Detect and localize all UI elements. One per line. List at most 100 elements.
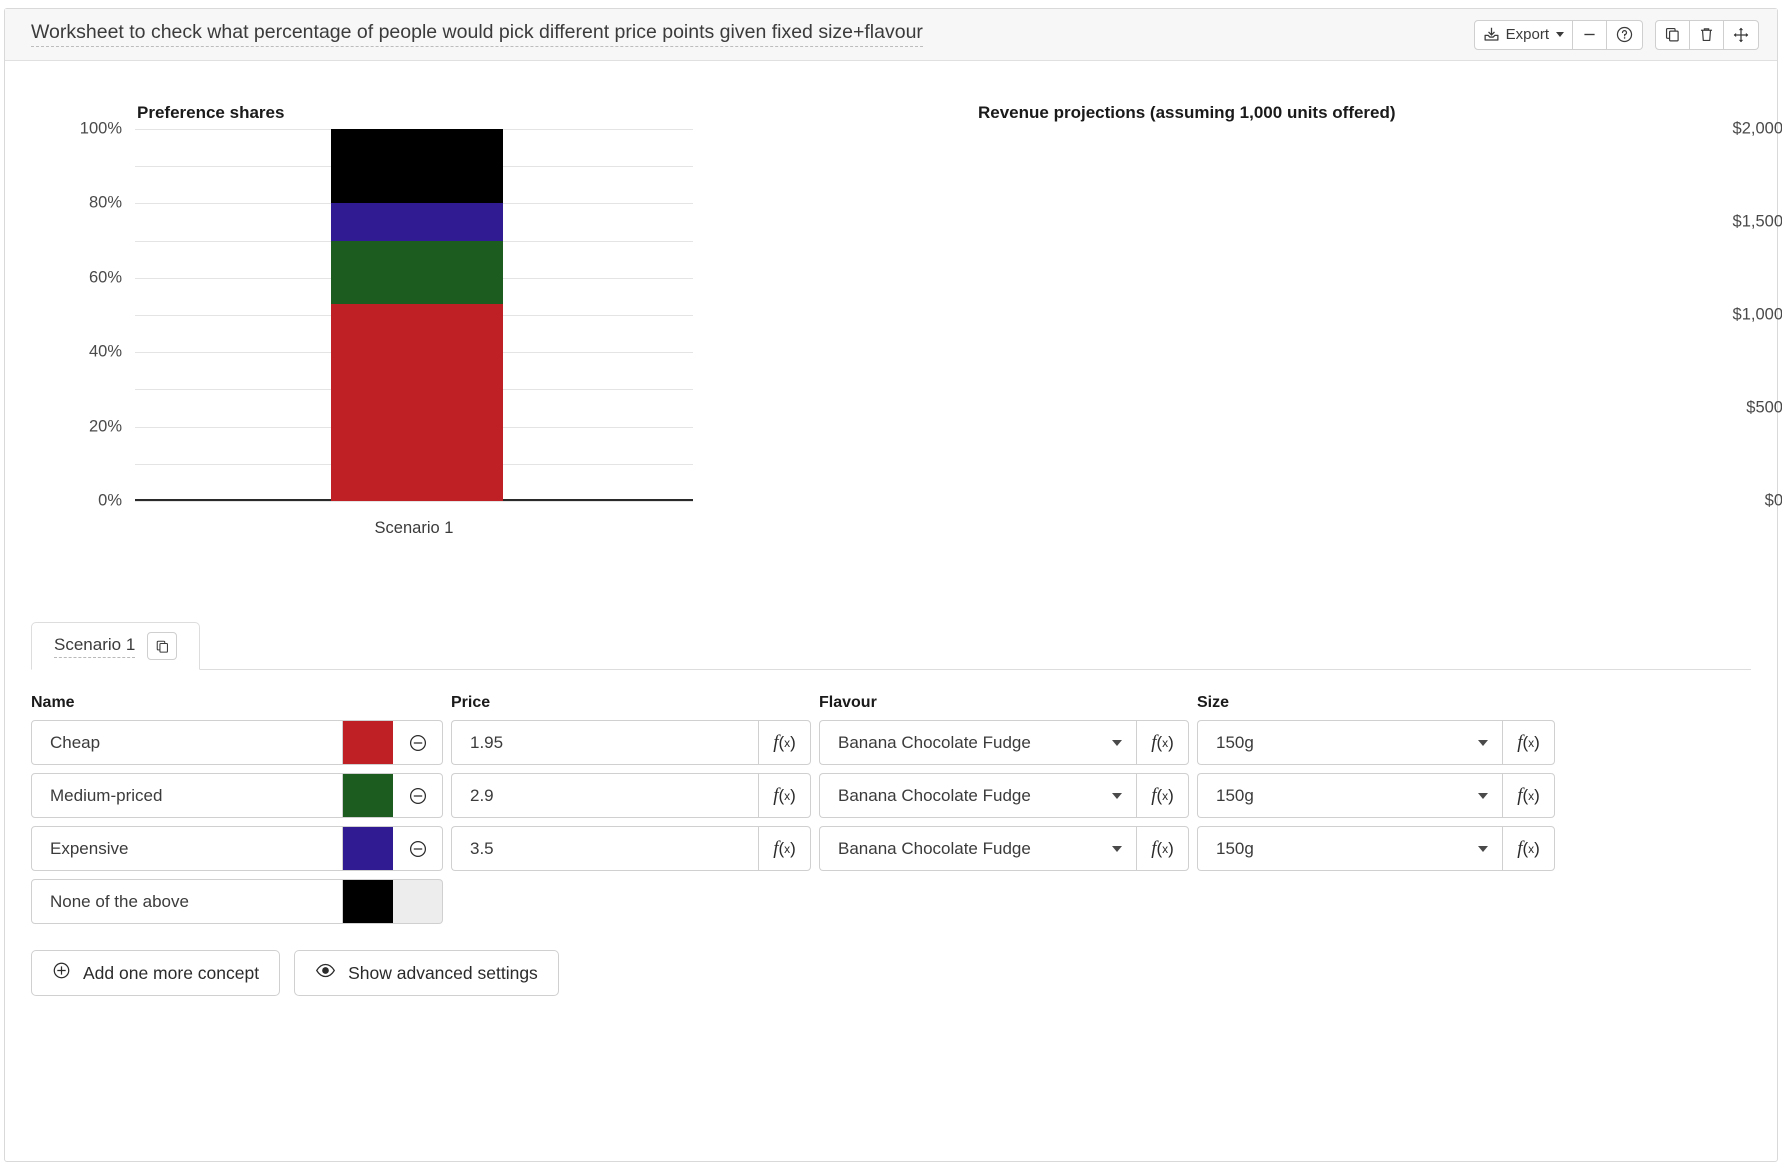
form-actions: Add one more concept Show advanced setti… [31, 950, 1751, 996]
color-swatch[interactable] [343, 879, 393, 924]
duplicate-button[interactable] [1655, 19, 1690, 50]
header-toolbar: Export [1473, 19, 1759, 50]
size-cell: 150g f(x) [1197, 773, 1555, 818]
flavour-select[interactable]: Banana Chocolate Fudge [819, 826, 1136, 871]
worksheet-header: Worksheet to check what percentage of pe… [5, 9, 1777, 61]
price-input[interactable]: 2.9 [451, 773, 758, 818]
y-axis-tick-label: 100% [79, 119, 122, 138]
add-concept-button[interactable]: Add one more concept [31, 950, 281, 996]
size-select[interactable]: 150g [1197, 826, 1502, 871]
chart-title: Revenue projections (assuming 1,000 unit… [978, 103, 1396, 122]
color-swatch[interactable] [343, 773, 393, 818]
minimize-button[interactable] [1573, 19, 1607, 50]
flavour-cell: Banana Chocolate Fudge f(x) [819, 720, 1189, 765]
bar-segment[interactable] [331, 129, 503, 204]
price-input[interactable]: 1.95 [451, 720, 758, 765]
preference-shares-chart: Preference shares 0% 20% 40% 60% 80% 100% Scen… [5, 89, 891, 564]
remove-disabled-placeholder [393, 879, 443, 924]
y-axis-tick-label: 40% [88, 342, 122, 361]
move-button[interactable] [1724, 19, 1759, 50]
flavour-formula-button[interactable]: f(x) [1136, 773, 1189, 818]
tab-label[interactable]: Scenario 1 [54, 635, 136, 658]
price-formula-button[interactable]: f(x) [758, 720, 811, 765]
chevron-down-icon [1556, 32, 1564, 37]
price-formula-button[interactable]: f(x) [758, 773, 811, 818]
worksheet-card: Worksheet to check what percentage of pe… [4, 8, 1782, 1162]
eye-icon [315, 960, 336, 986]
color-swatch[interactable] [343, 826, 393, 871]
size-select[interactable]: 150g [1197, 720, 1502, 765]
minus-circle-icon [409, 840, 426, 857]
bar-segment[interactable] [331, 303, 503, 501]
price-input[interactable]: 3.5 [451, 826, 758, 871]
size-value: 150g [1216, 785, 1254, 805]
none-of-the-above-input[interactable]: None of the above [31, 879, 343, 924]
export-button[interactable]: Export [1473, 19, 1573, 50]
size-formula-button[interactable]: f(x) [1502, 773, 1555, 818]
header-flavour: Flavour [819, 694, 877, 711]
question-circle-icon [1615, 25, 1634, 44]
size-cell: 150g f(x) [1197, 826, 1555, 871]
flavour-value: Banana Chocolate Fudge [838, 785, 1031, 805]
remove-concept-button[interactable] [393, 773, 443, 818]
name-cell: Cheap [31, 720, 443, 765]
size-select[interactable]: 150g [1197, 773, 1502, 818]
remove-concept-button[interactable] [393, 826, 443, 871]
size-formula-button[interactable]: f(x) [1502, 720, 1555, 765]
help-button[interactable] [1607, 19, 1643, 50]
y-axis-tick-label: $0 [1764, 491, 1782, 510]
flavour-select[interactable]: Banana Chocolate Fudge [819, 720, 1136, 765]
price-formula-button[interactable]: f(x) [758, 826, 811, 871]
tabs-divider [31, 669, 1751, 670]
size-formula-button[interactable]: f(x) [1502, 826, 1555, 871]
scenario-tabs: Scenario 1 [5, 622, 1777, 670]
charts-area: Preference shares 0% 20% 40% 60% 80% 100% Scen… [5, 61, 1782, 564]
bar-segment[interactable] [331, 240, 503, 304]
y-axis-tick-label: 80% [88, 193, 122, 212]
duplicate-scenario-button[interactable] [147, 632, 178, 660]
plot-area: 0% 20% 40% 60% 80% 100% Scenario 1 [80, 120, 693, 537]
y-axis-tick-label: $2,000 [1732, 119, 1782, 138]
minus-circle-icon [409, 787, 426, 804]
flavour-value: Banana Chocolate Fudge [838, 838, 1031, 858]
flavour-select[interactable]: Banana Chocolate Fudge [819, 773, 1136, 818]
table-row: Expensive 3.5 f(x) Banana Chocolate Fudge f(… [31, 826, 1751, 871]
table-row-none-of-the-above: None of the above [31, 879, 1751, 924]
window-actions-group [1655, 19, 1759, 50]
concept-name-input[interactable]: Medium-priced [31, 773, 343, 818]
table-row: Cheap 1.95 f(x) Banana Chocolate Fudge f(x) 1… [31, 720, 1751, 765]
stacked-bar[interactable] [331, 129, 503, 501]
trash-icon [1698, 26, 1715, 43]
chart-title: Preference shares [137, 103, 285, 122]
table-row: Medium-priced 2.9 f(x) Banana Chocolate Fud… [31, 773, 1751, 818]
plus-circle-icon [52, 961, 71, 985]
color-swatch[interactable] [343, 720, 393, 765]
chevron-down-icon [1112, 845, 1122, 852]
size-cell: 150g f(x) [1197, 720, 1555, 765]
move-arrows-icon [1732, 26, 1750, 44]
revenue-projections-chart: Revenue projections (assuming 1,000 unit… [891, 89, 1782, 564]
concept-name-input[interactable]: Expensive [31, 826, 343, 871]
header-price: Price [451, 694, 491, 711]
export-label: Export [1505, 26, 1549, 43]
chevron-down-icon [1478, 792, 1488, 799]
remove-concept-button[interactable] [393, 720, 443, 765]
tab-scenario-1[interactable]: Scenario 1 [31, 622, 201, 670]
concept-rows: Cheap 1.95 f(x) Banana Chocolate Fudge f(x) 1… [31, 720, 1751, 924]
flavour-formula-button[interactable]: f(x) [1136, 720, 1189, 765]
flavour-formula-button[interactable]: f(x) [1136, 826, 1189, 871]
bar-segment[interactable] [331, 203, 503, 241]
concepts-form: Name Price Flavour Size Cheap 1.95 f(x) Ban… [5, 686, 1777, 996]
copy-icon [1664, 26, 1681, 43]
worksheet-title[interactable]: Worksheet to check what percentage of pe… [31, 21, 923, 47]
minus-icon [1581, 26, 1598, 43]
concept-name-input[interactable]: Cheap [31, 720, 343, 765]
name-cell: Medium-priced [31, 773, 443, 818]
export-group: Export [1473, 19, 1643, 50]
gridline [135, 501, 693, 502]
name-cell: Expensive [31, 826, 443, 871]
delete-button[interactable] [1690, 19, 1724, 50]
minus-circle-icon [409, 734, 426, 751]
size-value: 150g [1216, 732, 1254, 752]
show-advanced-settings-button[interactable]: Show advanced settings [294, 950, 559, 996]
